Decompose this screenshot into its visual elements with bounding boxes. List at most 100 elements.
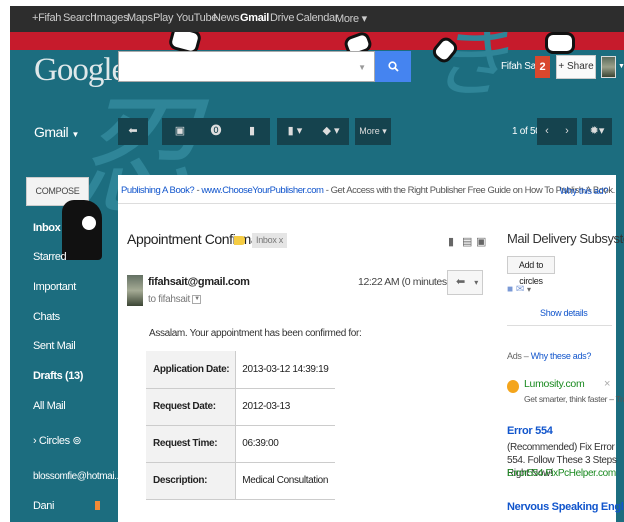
chevron-left-icon: ‹ <box>545 125 549 137</box>
topbar-link-images[interactable]: Images <box>94 12 129 24</box>
ad-text: Publishing A Book? - www.ChooseYourPubli… <box>121 185 615 196</box>
gplus-icon[interactable]: ■ <box>507 284 513 295</box>
sidebar-item-starred[interactable]: Starred <box>33 251 67 263</box>
circles-icon: ⊚ <box>72 435 82 447</box>
topbar-link-search[interactable]: Search <box>63 12 96 24</box>
inbox-label-chip[interactable]: Inbox x <box>252 233 287 248</box>
ad3-title[interactable]: Nervous Speaking English? <box>507 501 624 513</box>
ad-title-link[interactable]: Publishing A Book? <box>121 185 195 196</box>
topbar-link-profile[interactable]: +Fifah <box>32 12 61 24</box>
chevron-down-icon[interactable]: ▾ <box>527 285 531 294</box>
sidebar-item-circles[interactable]: › Circles ⊚ <box>33 434 82 447</box>
add-to-circles-button[interactable]: Add to circles <box>507 256 555 286</box>
ads-header: Ads – Why these ads? <box>507 351 591 361</box>
account-avatar[interactable] <box>601 56 616 78</box>
chevron-down-icon[interactable]: ▼ <box>618 63 624 70</box>
topbar-link-play[interactable]: Play <box>153 12 174 24</box>
topbar-link-calendar[interactable]: Calendar <box>296 12 339 24</box>
row-value: Medical Consultation <box>235 462 335 500</box>
message-intro: Assalam. Your appointment has been confi… <box>149 328 362 339</box>
ad2-title[interactable]: Error 554 <box>507 425 553 437</box>
topbar-link-gmail[interactable]: Gmail <box>240 12 269 24</box>
delete-button[interactable]: ▮ <box>234 118 270 145</box>
theme-red-stripe <box>10 32 624 50</box>
settings-gear-icon: ✹▾ <box>589 125 605 137</box>
table-row: Request Date: 2012-03-13 <box>146 388 335 426</box>
report-spam-button[interactable]: ⓿ <box>198 118 234 145</box>
reply-button[interactable]: ⬅ ▾ <box>447 270 483 295</box>
appointment-table: Application Date: 2013-03-12 14:39:19 Req… <box>146 351 335 500</box>
table-row: Description: Medical Consultation <box>146 462 335 500</box>
search-input[interactable]: ▼ <box>118 51 375 82</box>
gmail-menu[interactable]: Gmail ▼ <box>34 124 79 140</box>
search-button[interactable] <box>375 51 411 82</box>
close-icon[interactable]: × <box>604 378 610 390</box>
newer-button[interactable]: ‹ <box>537 118 557 145</box>
ad1-description: Get smarter, think faster – Train y... <box>524 394 624 404</box>
share-button[interactable]: + Share <box>556 55 596 79</box>
ad-url-link[interactable]: www.ChooseYourPublisher.com <box>201 185 324 196</box>
notification-badge[interactable]: 2 <box>535 56 550 78</box>
sidebar-item-chats[interactable]: Chats <box>33 311 60 323</box>
search-icon <box>387 61 399 72</box>
topbar-link-more[interactable]: More ▾ <box>335 12 367 25</box>
move-to-button[interactable]: ▮ ▾ <box>277 118 313 145</box>
recipient-text: to fifahsait <box>148 294 190 305</box>
sidebar-item-dani[interactable]: Dani <box>33 500 54 512</box>
row-value: 06:39:00 <box>235 425 335 463</box>
sidebar-item-important[interactable]: Important <box>33 281 76 293</box>
circles-label: Circles <box>38 435 70 447</box>
table-row: Request Time: 06:39:00 <box>146 425 335 463</box>
google-logo[interactable]: Google <box>34 52 126 89</box>
topbar-link-youtube[interactable]: YouTube <box>176 12 217 24</box>
ad2-url[interactable]: Error554.FixPcHelper.com <box>507 468 616 479</box>
label-text: Inbox <box>256 235 277 245</box>
settings-button[interactable]: ✹▾ <box>582 118 612 145</box>
label-icon: ◆ ▾ <box>322 125 340 137</box>
topbar-link-news[interactable]: News <box>213 12 240 24</box>
show-details-icon[interactable]: ▼ <box>192 294 202 304</box>
back-button[interactable]: ⬅ <box>118 118 148 145</box>
move-to-folder-icon: ▮ ▾ <box>287 125 303 137</box>
older-button[interactable]: › <box>557 118 577 145</box>
importance-marker-icon[interactable] <box>234 236 245 245</box>
chevron-right-icon: › <box>565 125 569 137</box>
remove-label-icon[interactable]: x <box>279 235 284 245</box>
back-arrow-icon: ⬅ <box>128 125 138 137</box>
divider <box>507 325 612 326</box>
archive-button[interactable]: ▣ <box>162 118 198 145</box>
sidebar-item-drafts[interactable]: Drafts (13) <box>33 370 83 382</box>
more-button[interactable]: More ▾ <box>355 118 391 145</box>
right-sidebar: Mail Delivery Subsystem Add to circles ■… <box>498 204 624 522</box>
why-this-ad-link[interactable]: Why this ad? <box>560 186 609 196</box>
search-dropdown-icon[interactable]: ▼ <box>358 63 366 72</box>
ad1-title[interactable]: Lumosity.com <box>524 378 585 390</box>
why-these-ads-link[interactable]: Why these ads? <box>531 351 592 361</box>
row-key: Application Date: <box>146 351 237 389</box>
ads-label: Ads – <box>507 351 529 361</box>
sender-email[interactable]: fifahsait@gmail.com <box>148 276 250 288</box>
row-key: Request Date: <box>146 388 237 426</box>
sidebar-item-sent-mail[interactable]: Sent Mail <box>33 340 76 352</box>
top-ad-bar: Publishing A Book? - www.ChooseYourPubli… <box>118 175 616 204</box>
print-icon[interactable]: ▮ <box>448 235 454 248</box>
topbar-link-maps[interactable]: Maps <box>127 12 153 24</box>
chevron-down-icon: ▼ <box>71 130 79 139</box>
table-row: Application Date: 2013-03-12 14:39:19 <box>146 351 335 389</box>
sidebar-item-contact[interactable]: blossomfie@hotmai... <box>33 471 122 482</box>
sidebar-item-all-mail[interactable]: All Mail <box>33 400 66 412</box>
show-details-link[interactable]: Show details <box>540 308 588 318</box>
theme-ninja-doodle <box>545 32 575 54</box>
topbar-link-drive[interactable]: Drive <box>270 12 294 24</box>
mail-icon[interactable]: ✉ <box>516 284 524 295</box>
contact-actions: ■ ✉ ▾ <box>507 284 531 295</box>
lumosity-logo-icon <box>507 380 519 393</box>
recipient-line: to fifahsait ▼ <box>148 294 202 305</box>
delete-icon: ▮ <box>248 125 256 137</box>
new-window-icon[interactable]: ▤ <box>462 235 472 248</box>
chevron-down-icon[interactable]: ▾ <box>474 278 478 287</box>
labels-button[interactable]: ◆ ▾ <box>313 118 349 145</box>
expand-icon[interactable]: ▣ <box>476 235 486 248</box>
sidebar-item-inbox[interactable]: Inbox <box>33 222 61 234</box>
sender-avatar[interactable] <box>127 275 143 306</box>
